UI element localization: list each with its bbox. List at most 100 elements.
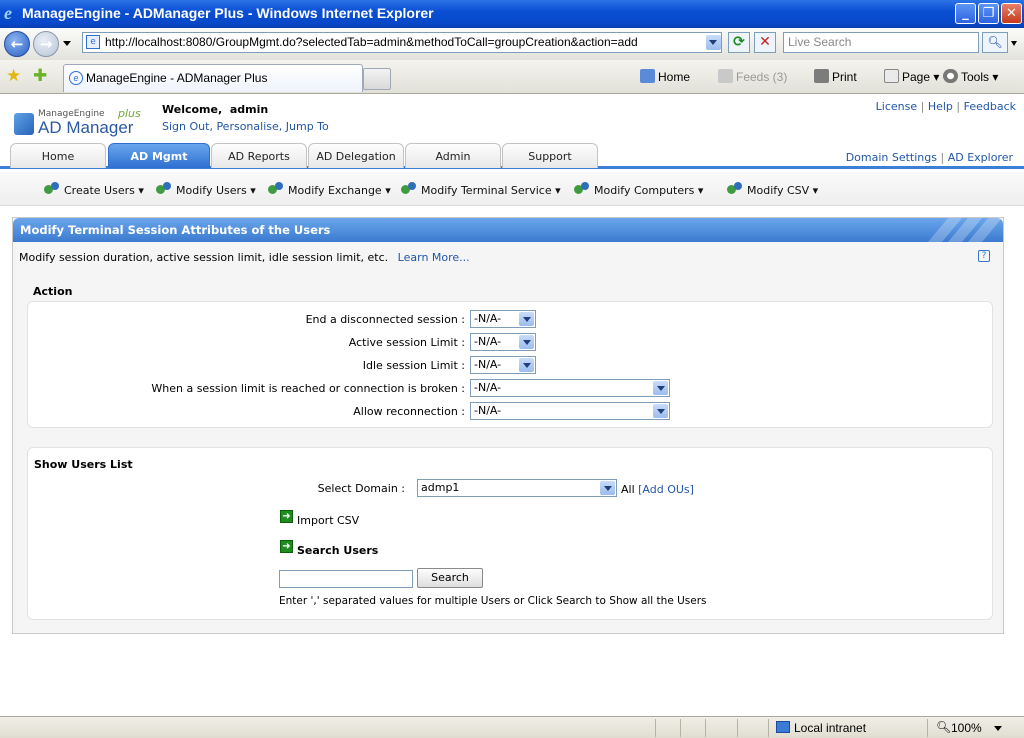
favorites-star-icon[interactable]: ★ bbox=[6, 66, 21, 86]
exchange-icon bbox=[267, 181, 285, 197]
address-toolbar: ← → http://localhost:8080/GroupMgmt.do?s… bbox=[0, 28, 1024, 60]
username: admin bbox=[229, 103, 269, 116]
search-users-input[interactable] bbox=[279, 570, 413, 588]
import-csv-icon[interactable]: ➜ bbox=[280, 510, 293, 523]
window-title-bar: e ManageEngine - ADManager Plus - Window… bbox=[0, 0, 1024, 28]
admanager-logo: ManageEngine AD Manager plus bbox=[12, 105, 142, 139]
chevron-down-icon bbox=[519, 312, 534, 326]
right-links: Domain Settings | AD Explorer bbox=[845, 151, 1013, 164]
allow-reconnection-select[interactable]: -N/A- bbox=[470, 402, 670, 420]
home-command[interactable]: Home bbox=[640, 68, 690, 86]
feeds-command[interactable]: Feeds (3) bbox=[718, 68, 787, 86]
zoom-level[interactable]: 100% bbox=[951, 721, 982, 735]
browser-tab[interactable]: e ManageEngine - ADManager Plus bbox=[63, 64, 363, 92]
minimize-button[interactable]: _ bbox=[955, 3, 976, 24]
all-label: All bbox=[621, 483, 635, 496]
learn-more-link[interactable]: Learn More... bbox=[398, 251, 470, 264]
chevron-down-icon bbox=[653, 381, 668, 395]
domain-select[interactable]: admp1 bbox=[417, 479, 617, 497]
page-menu-icon bbox=[884, 69, 899, 83]
end-disconnected-label: End a disconnected session : bbox=[305, 313, 465, 326]
search-users-icon[interactable]: ➜ bbox=[280, 540, 293, 553]
panel-title: Modify Terminal Session Attributes of th… bbox=[20, 223, 331, 237]
stop-icon[interactable]: ✕ bbox=[754, 32, 776, 53]
search-options-dropdown-icon[interactable] bbox=[1011, 41, 1017, 46]
tab-support[interactable]: Support bbox=[502, 143, 598, 168]
import-csv-link[interactable]: Import CSV bbox=[297, 514, 359, 527]
page-favicon-icon: e bbox=[69, 71, 83, 85]
users-icon bbox=[43, 181, 61, 197]
ad-explorer-link[interactable]: AD Explorer bbox=[948, 151, 1013, 164]
status-bar: Local intranet 🔍︎ 100% bbox=[0, 716, 1024, 738]
users-list-heading: Show Users List bbox=[34, 458, 133, 471]
tab-ad-delegation[interactable]: AD Delegation bbox=[308, 143, 404, 168]
users-edit-icon bbox=[155, 181, 173, 197]
action-heading: Action bbox=[33, 285, 73, 298]
help-link[interactable]: Help bbox=[928, 100, 953, 113]
logo-mark-icon bbox=[14, 113, 34, 135]
page-icon: e bbox=[86, 35, 100, 49]
create-users-menu[interactable]: Create Users ▾ bbox=[43, 181, 144, 197]
search-icon[interactable]: 🔍︎ bbox=[982, 32, 1008, 53]
action-box: End a disconnected session : -N/A- Activ… bbox=[27, 301, 993, 428]
tab-admin[interactable]: Admin bbox=[405, 143, 501, 168]
new-tab-button[interactable] bbox=[363, 68, 391, 90]
maximize-button[interactable]: ❐ bbox=[978, 3, 999, 24]
idle-session-limit-select[interactable]: -N/A- bbox=[470, 356, 536, 374]
search-button[interactable]: Search bbox=[417, 568, 483, 588]
browser-tab-title: ManageEngine - ADManager Plus bbox=[86, 71, 268, 85]
zoom-icon[interactable]: 🔍︎ bbox=[936, 720, 951, 734]
terminal-icon bbox=[400, 181, 418, 197]
sign-out-link[interactable]: Sign Out bbox=[162, 120, 209, 133]
idle-session-limit-label: Idle session Limit : bbox=[362, 359, 465, 372]
ie-logo-icon: e bbox=[4, 3, 12, 23]
feedback-link[interactable]: Feedback bbox=[964, 100, 1016, 113]
search-hint: Enter ',' separated values for multiple … bbox=[279, 595, 707, 607]
print-icon bbox=[814, 69, 829, 83]
session-limit-reached-label: When a session limit is reached or conne… bbox=[151, 382, 465, 395]
session-limit-reached-select[interactable]: -N/A- bbox=[470, 379, 670, 397]
modify-computers-menu[interactable]: Modify Computers ▾ bbox=[573, 181, 703, 197]
address-input[interactable]: http://localhost:8080/GroupMgmt.do?selec… bbox=[82, 32, 722, 53]
window-title: ManageEngine - ADManager Plus - Windows … bbox=[22, 5, 434, 21]
page-command[interactable]: Page ▾ bbox=[884, 68, 939, 86]
computer-icon bbox=[573, 181, 591, 197]
chevron-down-icon bbox=[519, 358, 534, 372]
search-users-link[interactable]: Search Users bbox=[297, 544, 378, 557]
modify-users-menu[interactable]: Modify Users ▾ bbox=[155, 181, 256, 197]
active-session-limit-label: Active session Limit : bbox=[348, 336, 465, 349]
feeds-icon bbox=[718, 69, 733, 83]
personalise-link[interactable]: Personalise bbox=[216, 120, 278, 133]
sub-menu: Create Users ▾ Modify Users ▾ Modify Exc… bbox=[0, 172, 1024, 206]
tab-ad-mgmt[interactable]: AD Mgmt bbox=[108, 143, 210, 168]
users-list-box: Show Users List Select Domain : admp1 Al… bbox=[27, 447, 993, 620]
jump-to-link[interactable]: Jump To bbox=[286, 120, 329, 133]
modify-exchange-menu[interactable]: Modify Exchange ▾ bbox=[267, 181, 391, 197]
modify-csv-menu[interactable]: Modify CSV ▾ bbox=[726, 181, 818, 197]
forward-button[interactable]: → bbox=[33, 31, 59, 57]
print-command[interactable]: Print bbox=[814, 68, 857, 86]
refresh-icon[interactable]: ⟳ bbox=[728, 32, 750, 53]
user-links: Sign Out, Personalise, Jump To bbox=[162, 120, 329, 133]
tools-command[interactable]: Tools ▾ bbox=[943, 68, 998, 86]
help-icon[interactable]: ? bbox=[978, 250, 990, 262]
close-button[interactable]: ✕ bbox=[1001, 3, 1022, 24]
allow-reconnection-label: Allow reconnection : bbox=[353, 405, 465, 418]
license-link[interactable]: License bbox=[876, 100, 917, 113]
add-ous-link[interactable]: [Add OUs] bbox=[638, 483, 694, 496]
chevron-down-icon bbox=[519, 335, 534, 349]
top-links: License | Help | Feedback bbox=[875, 100, 1016, 113]
tab-ad-reports[interactable]: AD Reports bbox=[211, 143, 307, 168]
add-favorites-icon[interactable]: ✚ bbox=[33, 66, 47, 86]
csv-icon bbox=[726, 181, 744, 197]
domain-settings-link[interactable]: Domain Settings bbox=[846, 151, 937, 164]
address-dropdown-button[interactable] bbox=[706, 35, 721, 50]
back-button[interactable]: ← bbox=[4, 31, 30, 57]
end-disconnected-select[interactable]: -N/A- bbox=[470, 310, 536, 328]
modify-terminal-service-menu[interactable]: Modify Terminal Service ▾ bbox=[400, 181, 561, 197]
tab-home[interactable]: Home bbox=[10, 143, 106, 168]
zoom-dropdown-icon[interactable] bbox=[994, 726, 1002, 731]
active-session-limit-select[interactable]: -N/A- bbox=[470, 333, 536, 351]
live-search-input[interactable]: Live Search bbox=[783, 32, 979, 53]
history-dropdown-icon[interactable] bbox=[63, 41, 71, 46]
